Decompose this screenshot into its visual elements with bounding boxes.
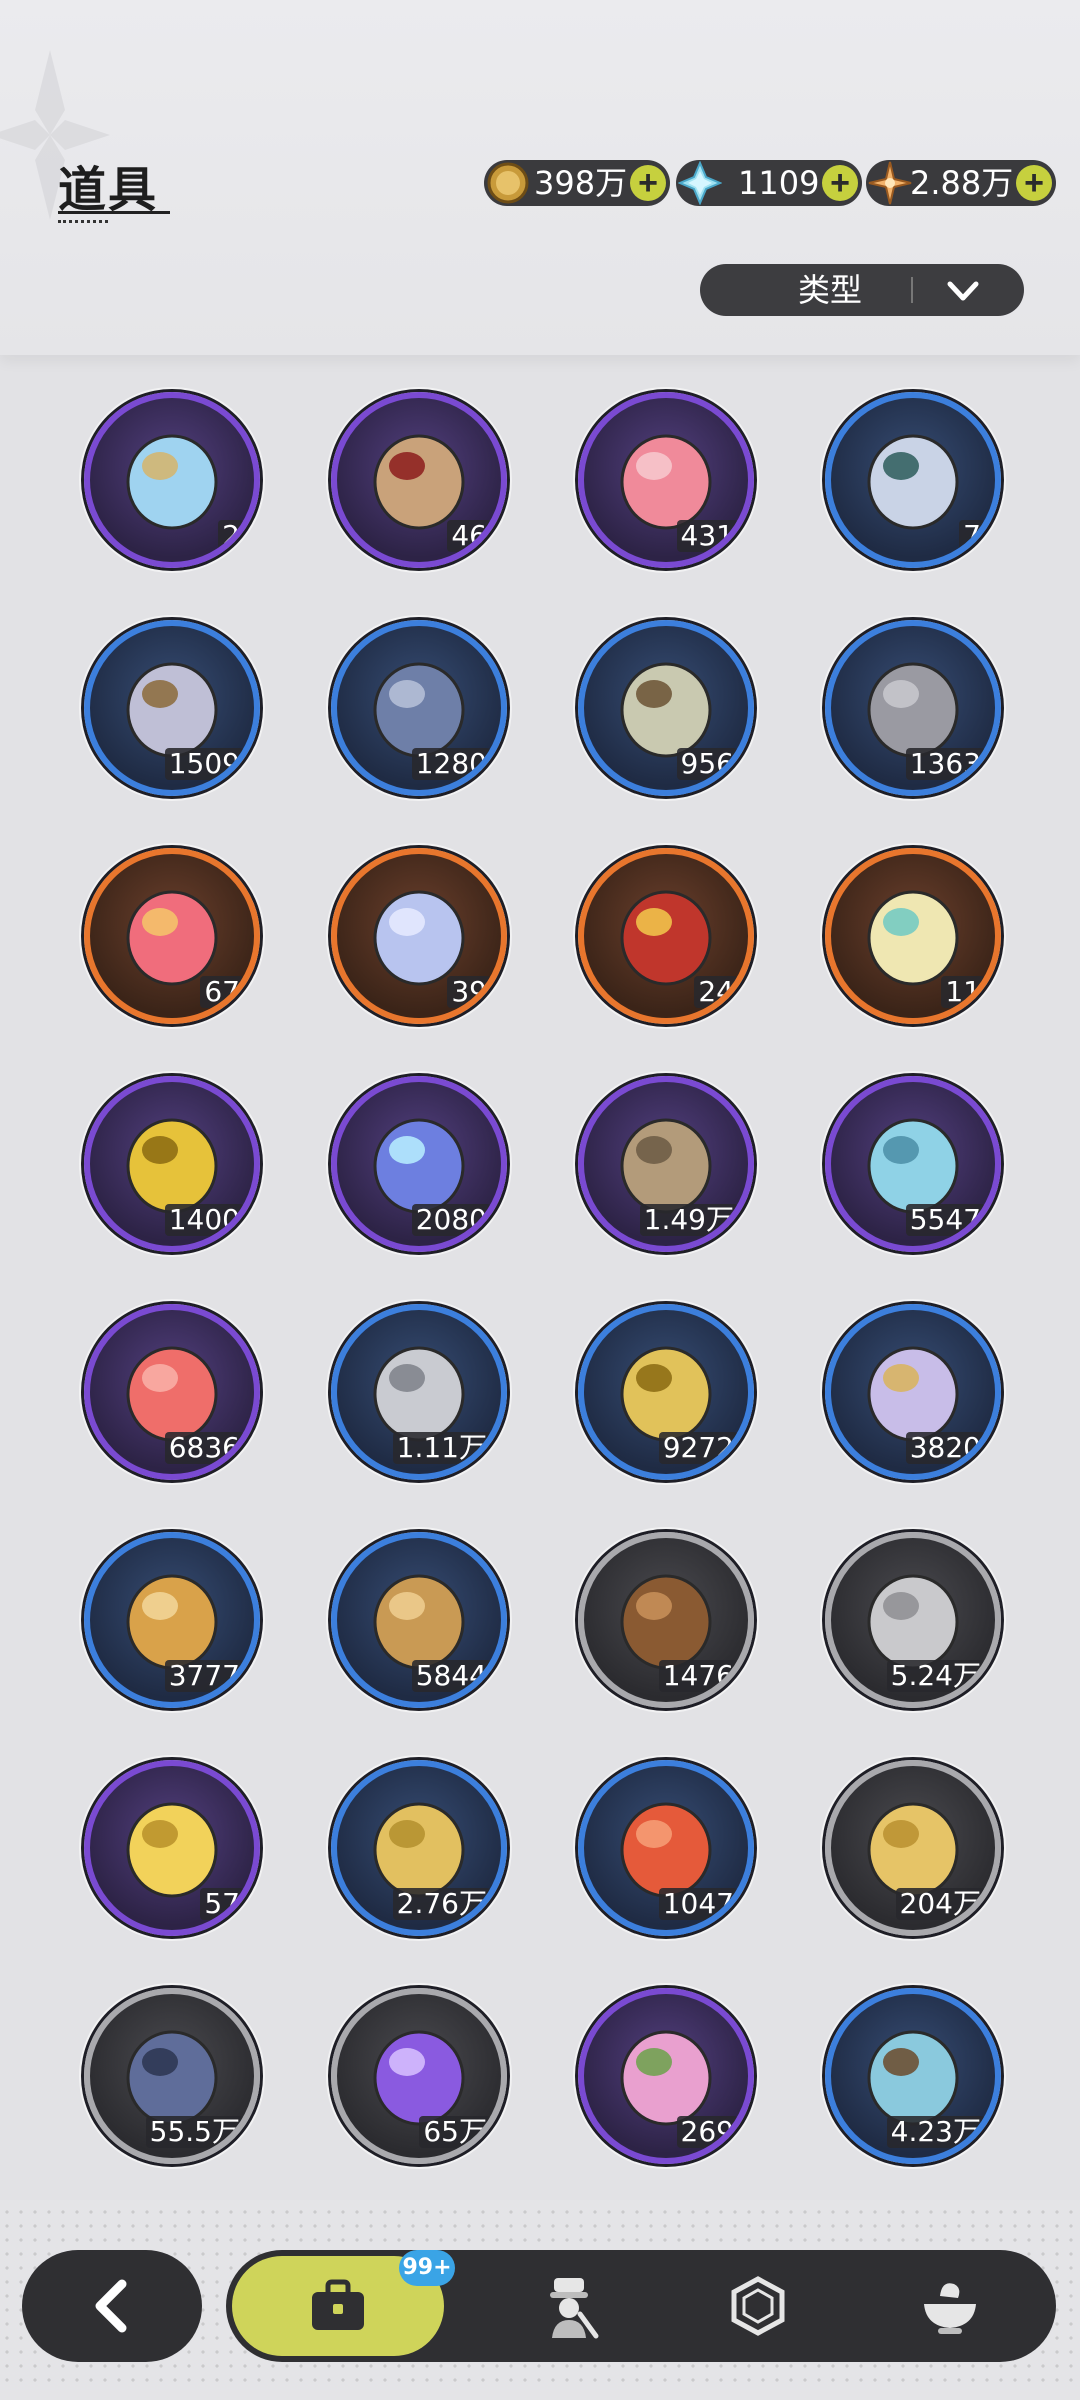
item-grid: 2 46 431 7 1509 1280 956 1363 67 39 24 11 1400 2080 1.… <box>0 340 1080 2200</box>
bottom-nav: 99+ <box>226 2250 1056 2362</box>
title-dots <box>58 220 108 223</box>
star-shard-icon <box>868 161 912 205</box>
item-count: 1047 <box>658 1888 738 1920</box>
item-slot[interactable]: 204万 <box>825 1760 1001 1936</box>
item-slot[interactable]: 24 <box>578 848 754 1024</box>
back-button[interactable] <box>22 2250 202 2362</box>
item-count: 6836 <box>164 1432 244 1464</box>
currency-star: 2.88万 + <box>866 160 1056 206</box>
item-slot[interactable]: 57 <box>84 1760 260 1936</box>
tab-gems[interactable] <box>686 2250 826 2362</box>
item-slot[interactable]: 956 <box>578 620 754 796</box>
item-count: 1363 <box>905 748 985 780</box>
item-count: 431 <box>676 520 738 552</box>
item-count: 5547 <box>905 1204 985 1236</box>
character-icon <box>550 2278 599 2339</box>
item-count: 46 <box>447 520 491 552</box>
item-slot[interactable]: 9272 <box>578 1304 754 1480</box>
blue-crystal-icon <box>678 161 722 205</box>
item-count: 1400 <box>164 1204 244 1236</box>
currency-crystal: 1109 + <box>676 160 862 206</box>
item-count: 1.49万 <box>639 1204 738 1236</box>
item-count: 7 <box>959 520 985 552</box>
item-slot[interactable]: 55.5万 <box>84 1988 260 2164</box>
type-filter-dropdown[interactable]: 类型 <box>700 264 1024 316</box>
tab-bag[interactable]: 99+ <box>232 2250 455 2356</box>
currency-star-value: 2.88万 <box>910 164 1014 202</box>
item-slot[interactable]: 2080 <box>331 1076 507 1252</box>
bag-badge: 99+ <box>399 2250 455 2286</box>
title-underline <box>58 211 170 214</box>
back-arrow-icon <box>95 2279 127 2333</box>
bag-icon <box>312 2279 364 2330</box>
type-filter-label: 类型 <box>797 271 862 309</box>
currency-star-plus-button[interactable]: + <box>1016 165 1052 201</box>
tab-food[interactable] <box>876 2250 1016 2362</box>
item-slot[interactable]: 1.49万 <box>578 1076 754 1252</box>
item-slot[interactable]: 5.24万 <box>825 1532 1001 1708</box>
item-slot[interactable]: 4.23万 <box>825 1988 1001 2164</box>
item-count: 2 <box>218 520 244 552</box>
item-slot[interactable]: 6836 <box>84 1304 260 1480</box>
item-count: 204万 <box>895 1888 985 1920</box>
item-count: 1509 <box>164 748 244 780</box>
item-slot[interactable]: 1509 <box>84 620 260 796</box>
currency-crystal-plus-button[interactable]: + <box>822 165 858 201</box>
item-slot[interactable]: 269 <box>578 1988 754 2164</box>
currency-crystal-value: 1109 <box>738 164 820 202</box>
item-slot[interactable]: 1476 <box>578 1532 754 1708</box>
currency-gold-plus-button[interactable]: + <box>630 165 666 201</box>
gold-coin-icon <box>487 162 529 204</box>
currency-gold-value: 398万 <box>534 164 628 202</box>
item-slot[interactable]: 39 <box>331 848 507 1024</box>
item-count: 1280 <box>411 748 491 780</box>
item-slot[interactable]: 11 <box>825 848 1001 1024</box>
food-bowl-icon <box>924 2283 976 2334</box>
item-count: 1.11万 <box>392 1432 491 1464</box>
item-slot[interactable]: 1280 <box>331 620 507 796</box>
item-slot[interactable]: 1363 <box>825 620 1001 796</box>
item-count: 4.23万 <box>886 2116 985 2148</box>
item-slot[interactable]: 46 <box>331 392 507 568</box>
item-slot[interactable]: 67 <box>84 848 260 1024</box>
item-count: 956 <box>676 748 738 780</box>
item-slot[interactable]: 5844 <box>331 1532 507 1708</box>
item-slot[interactable]: 5547 <box>825 1076 1001 1252</box>
item-count: 39 <box>447 976 491 1008</box>
chevron-down-icon <box>947 281 979 301</box>
item-slot[interactable]: 1047 <box>578 1760 754 1936</box>
hexagon-icon <box>731 2276 785 2336</box>
item-count: 2.76万 <box>392 1888 491 1920</box>
item-slot[interactable]: 2 <box>84 392 260 568</box>
item-count: 11 <box>941 976 985 1008</box>
item-slot[interactable]: 1400 <box>84 1076 260 1252</box>
item-count: 3820 <box>905 1432 985 1464</box>
item-slot[interactable]: 2.76万 <box>331 1760 507 1936</box>
item-count: 5844 <box>411 1660 491 1692</box>
header-bar: 道具 398万 + 1109 + 2.88万 + 类型 <box>0 0 1080 355</box>
item-count: 2080 <box>411 1204 491 1236</box>
item-slot[interactable]: 7 <box>825 392 1001 568</box>
item-slot[interactable]: 3777 <box>84 1532 260 1708</box>
item-count: 9272 <box>658 1432 738 1464</box>
item-slot[interactable]: 1.11万 <box>331 1304 507 1480</box>
page-title: 道具 <box>58 162 159 218</box>
item-count: 269 <box>676 2116 738 2148</box>
item-count: 24 <box>694 976 738 1008</box>
item-slot[interactable]: 3820 <box>825 1304 1001 1480</box>
item-count: 3777 <box>164 1660 244 1692</box>
item-count: 1476 <box>658 1660 738 1692</box>
item-count: 5.24万 <box>886 1660 985 1692</box>
item-count: 65万 <box>419 2116 491 2148</box>
tab-character[interactable] <box>496 2250 636 2362</box>
item-count: 57 <box>200 1888 244 1920</box>
currency-gold: 398万 + <box>484 160 670 206</box>
type-filter-separator <box>911 277 913 303</box>
item-count: 55.5万 <box>145 2116 244 2148</box>
item-count: 67 <box>200 976 244 1008</box>
item-slot[interactable]: 65万 <box>331 1988 507 2164</box>
item-slot[interactable]: 431 <box>578 392 754 568</box>
